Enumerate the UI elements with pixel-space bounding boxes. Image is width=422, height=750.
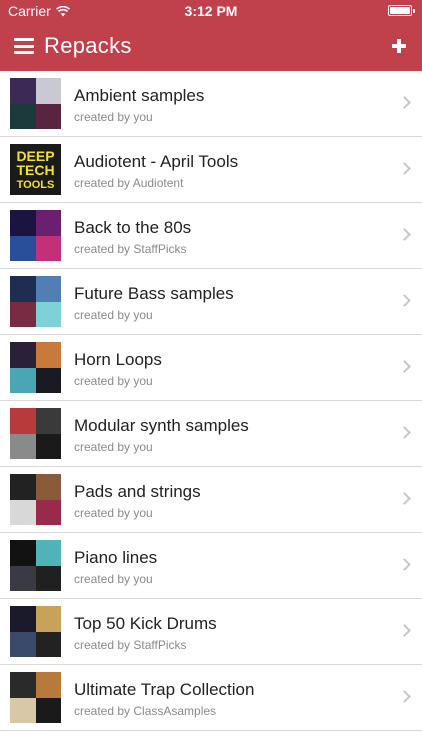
cover-tile (35, 78, 61, 104)
cover-tile (35, 408, 61, 434)
chevron-right-icon (398, 558, 411, 571)
cover-tile (10, 672, 36, 698)
battery-icon (388, 5, 415, 16)
cover-tile (10, 103, 36, 129)
list-item[interactable]: Top 50 Kick Drums created by StaffPicks (0, 599, 422, 665)
cover-tile (10, 499, 36, 525)
repack-title: Piano lines (74, 548, 158, 567)
repack-title: Back to the 80s (74, 218, 192, 237)
repack-title: Ambient samples (74, 86, 205, 105)
cover-tile (10, 631, 36, 657)
repack-thumbnail (10, 672, 61, 723)
repack-thumbnail (10, 78, 61, 129)
repack-title: Future Bass samples (74, 284, 234, 303)
list-item[interactable]: Back to the 80s created by StaffPicks (0, 203, 422, 269)
cover-tile (10, 408, 36, 434)
cover-tile (10, 235, 36, 261)
chevron-right-icon (398, 360, 411, 373)
list-item[interactable]: Ultimate Trap Collection created by Class… (0, 665, 422, 731)
repack-list: Ambient samples created by you DEEP TECH T… (0, 71, 422, 731)
list-item[interactable]: Ambient samples created by you (0, 71, 422, 137)
repack-creator: created by Audiotent (74, 176, 184, 190)
cover-tile (10, 301, 36, 327)
repack-creator: created by ClassAsamples (74, 704, 217, 718)
repack-title: Horn Loops (74, 350, 162, 369)
repack-thumbnail (10, 606, 61, 657)
repack-title: Top 50 Kick Drums (74, 614, 217, 633)
repack-creator: created by you (74, 572, 153, 586)
cover-tile (35, 103, 61, 129)
cover-tile (35, 367, 61, 393)
chevron-right-icon (398, 492, 411, 505)
repack-thumbnail (10, 408, 61, 459)
cover-tile (10, 697, 36, 723)
cover-tile (10, 367, 36, 393)
repack-thumbnail: DEEP TECH TOOLSDEEPTECHTOOLS (10, 144, 61, 195)
cover-text-word: TECH (16, 162, 54, 178)
list-item[interactable]: Modular synth samples created by you (0, 401, 422, 467)
repack-thumbnail (10, 276, 61, 327)
list-item[interactable]: Pads and strings created by you (0, 467, 422, 533)
repack-creator: created by you (74, 440, 153, 454)
list-item[interactable]: Future Bass samples created by you (0, 269, 422, 335)
chevron-right-icon (398, 228, 411, 241)
cover-tile (35, 540, 61, 566)
repack-title: Audiotent - April Tools (74, 152, 239, 171)
chevron-right-icon (398, 690, 411, 703)
repack-title: Ultimate Trap Collection (74, 680, 255, 699)
cover-tile (35, 697, 61, 723)
chevron-right-icon (398, 294, 411, 307)
repack-creator: created by you (74, 308, 153, 322)
chevron-right-icon (398, 624, 411, 637)
chevron-right-icon (398, 162, 411, 175)
cover-tile (10, 210, 36, 236)
repack-thumbnail (10, 342, 61, 393)
cover-text-word: TOOLS (17, 179, 55, 191)
cover-tile (35, 342, 61, 368)
cover-tile (35, 433, 61, 459)
chevron-right-icon (398, 426, 411, 439)
cover-tile (35, 499, 61, 525)
repack-creator: created by you (74, 506, 153, 520)
cover-tile (10, 276, 36, 302)
app-header: Carrier 3:12 PM Repacks (0, 0, 422, 71)
repack-thumbnail (10, 540, 61, 591)
repack-creator: created by you (74, 110, 153, 124)
cover-tile (10, 78, 36, 104)
cover-tile (35, 210, 61, 236)
cover-tile (10, 565, 36, 591)
repack-title: Pads and strings (74, 482, 201, 501)
cover-tile (10, 606, 36, 632)
clock: 3:12 PM (184, 3, 238, 19)
hamburger-menu-icon[interactable] (14, 38, 34, 54)
page-title: Repacks (44, 33, 132, 58)
repack-thumbnail (10, 474, 61, 525)
cover-tile (10, 540, 36, 566)
cover-tile (10, 342, 36, 368)
cover-tile (10, 474, 36, 500)
repack-creator: created by StaffPicks (74, 242, 187, 256)
list-item[interactable]: Piano lines created by you (0, 533, 422, 599)
cover-tile (35, 672, 61, 698)
repack-creator: created by StaffPicks (74, 638, 187, 652)
cover-tile (35, 474, 61, 500)
nav-bar: Repacks (0, 22, 422, 71)
cover-tile (10, 433, 36, 459)
chevron-right-icon (398, 96, 411, 109)
repack-creator: created by you (74, 374, 153, 388)
status-bar: Carrier 3:12 PM (0, 0, 422, 22)
list-item[interactable]: Horn Loops created by you (0, 335, 422, 401)
cover-tile (35, 235, 61, 261)
cover-tile (35, 276, 61, 302)
cover-tile (35, 301, 61, 327)
list-item[interactable]: DEEP TECH TOOLSDEEPTECHTOOLS Audiotent - … (0, 137, 422, 203)
cover-tile (35, 631, 61, 657)
repack-thumbnail (10, 210, 61, 261)
album-cover-art: DEEP TECH TOOLSDEEPTECHTOOLS (16, 148, 55, 191)
cover-tile (35, 565, 61, 591)
add-repack-icon[interactable] (392, 39, 406, 53)
cover-tile (35, 606, 61, 632)
repack-title: Modular synth samples (74, 416, 249, 435)
